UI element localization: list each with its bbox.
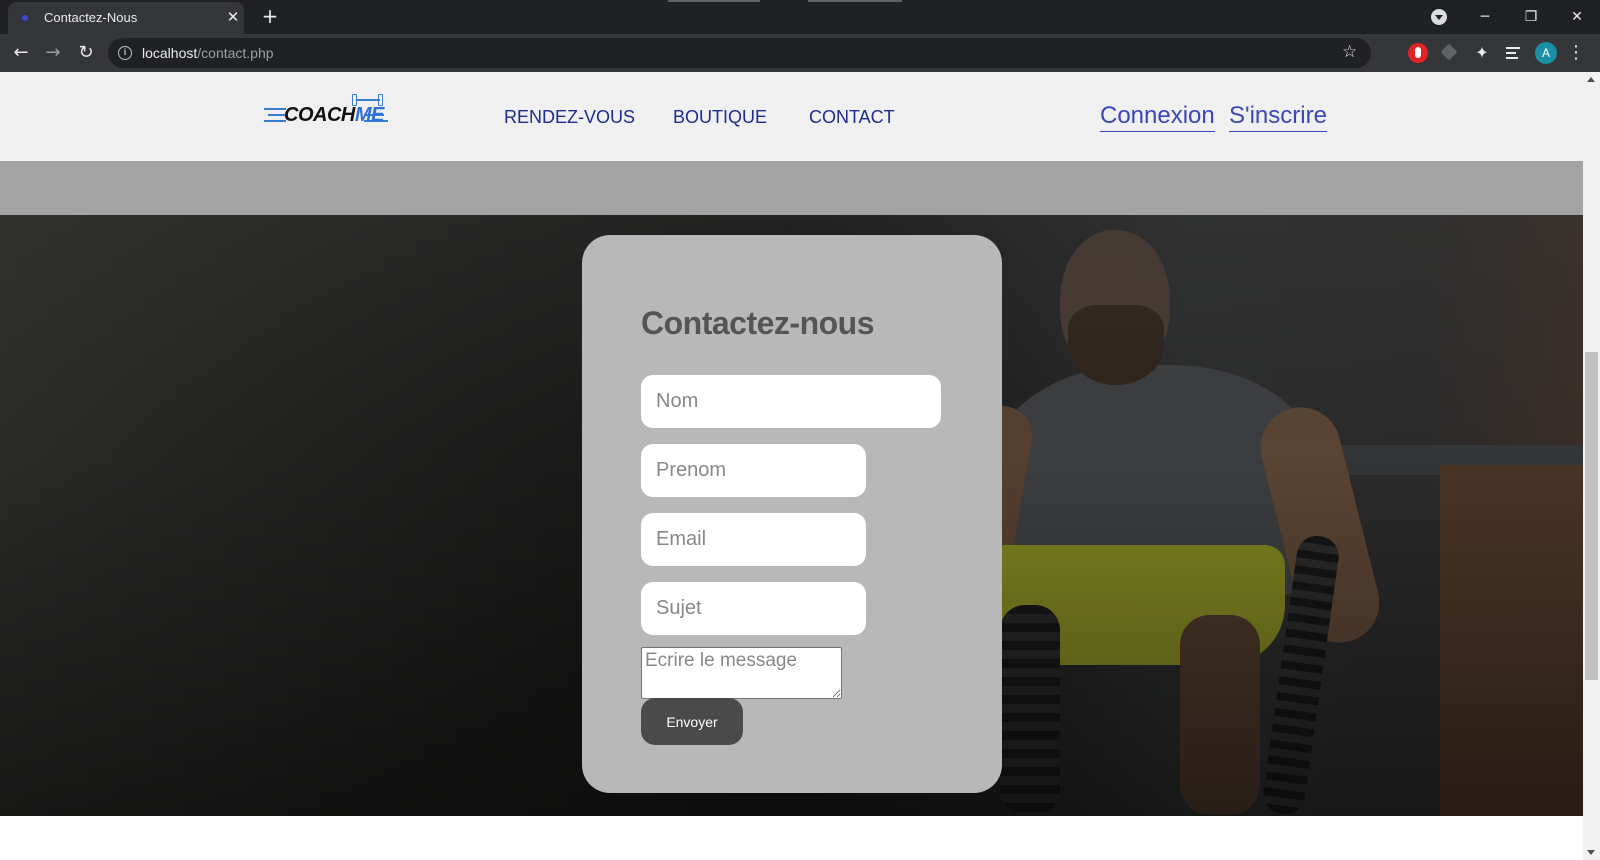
- browser-tab-active[interactable]: Contactez-Nous ✕: [8, 2, 244, 34]
- nom-input[interactable]: [641, 375, 941, 428]
- contact-form-title: Contactez-nous: [641, 305, 875, 341]
- browser-tab-strip: Contactez-Nous ✕ + ─ ❐ ✕: [0, 0, 1600, 34]
- back-arrow-icon[interactable]: ←: [7, 39, 35, 67]
- scroll-down-arrow-icon[interactable]: [1587, 850, 1595, 855]
- url-text[interactable]: localhost/contact.php: [142, 45, 274, 61]
- signup-link[interactable]: S'inscrire: [1229, 102, 1327, 132]
- tab-title: Contactez-Nous: [44, 10, 138, 25]
- page-viewport: COACHME RENDEZ-VOUS BOUTIQUE CONTACT Con…: [0, 72, 1583, 860]
- extension-adblock-icon[interactable]: [1408, 43, 1428, 63]
- site-header: COACHME RENDEZ-VOUS BOUTIQUE CONTACT Con…: [0, 72, 1583, 161]
- window-close-icon[interactable]: ✕: [1562, 4, 1592, 30]
- new-tab-button[interactable]: +: [258, 5, 282, 29]
- nav-boutique[interactable]: BOUTIQUE: [673, 107, 767, 128]
- envoyer-button[interactable]: Envoyer: [641, 698, 743, 745]
- forward-arrow-icon[interactable]: →: [39, 39, 67, 67]
- media-control-icon[interactable]: [1504, 43, 1524, 63]
- tab-strip-marker: [808, 0, 902, 2]
- close-icon[interactable]: ✕: [224, 8, 242, 26]
- extension-tag-icon[interactable]: [1440, 43, 1460, 63]
- star-icon[interactable]: ☆: [1342, 42, 1357, 62]
- browser-toolbar: ← → ↻ i localhost/contact.php ☆ ✦ A ⋮: [0, 34, 1600, 72]
- coachme-logo[interactable]: COACHME: [264, 90, 404, 130]
- nav-rendez-vous[interactable]: RENDEZ-VOUS: [504, 107, 635, 128]
- logo-text: COACHME: [284, 104, 384, 126]
- header-band: [0, 161, 1583, 215]
- kebab-menu-icon[interactable]: ⋮: [1566, 40, 1586, 66]
- prenom-input[interactable]: [641, 444, 866, 497]
- tab-search-icon[interactable]: [1431, 9, 1447, 25]
- contact-form-card: Contactez-nous Envoyer: [582, 235, 1002, 793]
- minimize-icon[interactable]: ─: [1470, 4, 1500, 30]
- message-textarea[interactable]: [641, 647, 842, 699]
- page-scrollbar[interactable]: [1583, 72, 1600, 860]
- tab-strip-marker: [668, 0, 760, 2]
- nav-contact[interactable]: CONTACT: [809, 107, 895, 128]
- puzzle-icon[interactable]: ✦: [1472, 43, 1492, 63]
- scroll-up-arrow-icon[interactable]: [1587, 77, 1595, 82]
- avatar[interactable]: A: [1535, 42, 1557, 64]
- favicon-icon: [22, 15, 28, 21]
- address-bar[interactable]: i localhost/contact.php ☆: [108, 38, 1371, 68]
- login-link[interactable]: Connexion: [1100, 102, 1215, 132]
- sujet-input[interactable]: [641, 582, 866, 635]
- email-input[interactable]: [641, 513, 866, 566]
- restore-icon[interactable]: ❐: [1516, 4, 1546, 30]
- scrollbar-thumb[interactable]: [1585, 352, 1598, 680]
- reload-icon[interactable]: ↻: [72, 39, 100, 67]
- info-icon[interactable]: i: [118, 46, 132, 60]
